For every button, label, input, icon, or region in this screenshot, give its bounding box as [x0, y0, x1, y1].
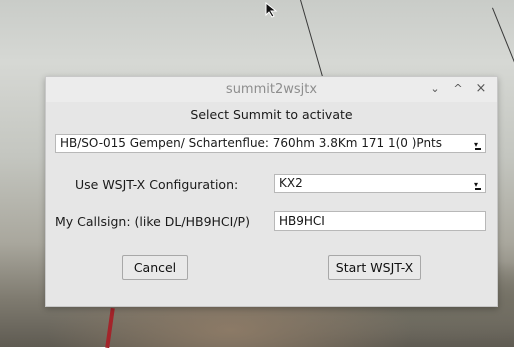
dropdown-arrow-icon: ▾ — [474, 181, 482, 190]
antenna-wire — [492, 7, 514, 73]
antenna-pole — [105, 307, 115, 348]
close-icon[interactable]: × — [474, 82, 488, 96]
summit2wsjtx-window: summit2wsjtx ⌄ ^ × Select Summit to acti… — [45, 76, 498, 307]
config-label: Use WSJT-X Configuration: — [75, 177, 239, 192]
title-bar[interactable]: summit2wsjtx ⌄ ^ × — [46, 77, 497, 102]
summit-select-value: HB/SO-015 Gempen/ Schartenflue: 760hm 3.… — [60, 136, 443, 150]
mouse-cursor-icon — [265, 2, 278, 18]
start-wsjtx-button[interactable]: Start WSJT-X — [328, 255, 421, 280]
select-summit-heading: Select Summit to activate — [190, 107, 353, 122]
summit-select[interactable]: HB/SO-015 Gempen/ Schartenflue: 760hm 3.… — [55, 134, 486, 153]
maximize-icon[interactable]: ^ — [451, 82, 465, 96]
antenna-wire — [300, 0, 324, 77]
minimize-icon[interactable]: ⌄ — [428, 82, 442, 96]
callsign-input[interactable] — [274, 211, 486, 231]
callsign-label: My Callsign: (like DL/HB9HCI/P) — [55, 214, 250, 229]
dropdown-arrow-icon: ▾ — [474, 141, 482, 150]
config-select[interactable]: KX2 ▾ — [274, 174, 486, 193]
config-select-value: KX2 — [279, 176, 303, 190]
cancel-button[interactable]: Cancel — [122, 255, 188, 280]
